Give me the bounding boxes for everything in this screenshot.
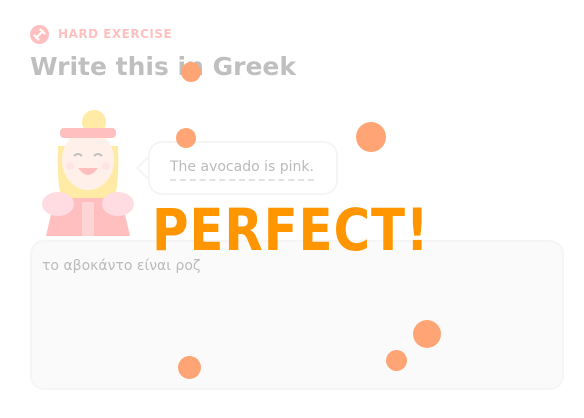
confetti-dot (413, 320, 441, 348)
confetti-dot (356, 122, 386, 152)
prompt-sentence[interactable]: The avocado is pink. (170, 159, 314, 181)
confetti-dot (181, 62, 201, 82)
confetti-dot (176, 128, 196, 148)
confetti-dot (386, 350, 407, 371)
page-title: Write this in Greek (30, 52, 297, 81)
feedback-perfect-text: PERFECT! (152, 196, 430, 264)
confetti-dot (178, 356, 201, 379)
exercise-badge-label: HARD EXERCISE (58, 27, 173, 41)
exercise-badge: HARD EXERCISE (30, 24, 172, 44)
character-illustration (38, 106, 138, 242)
speech-bubble: The avocado is pink. (148, 141, 338, 195)
dumbbell-icon (30, 24, 49, 44)
